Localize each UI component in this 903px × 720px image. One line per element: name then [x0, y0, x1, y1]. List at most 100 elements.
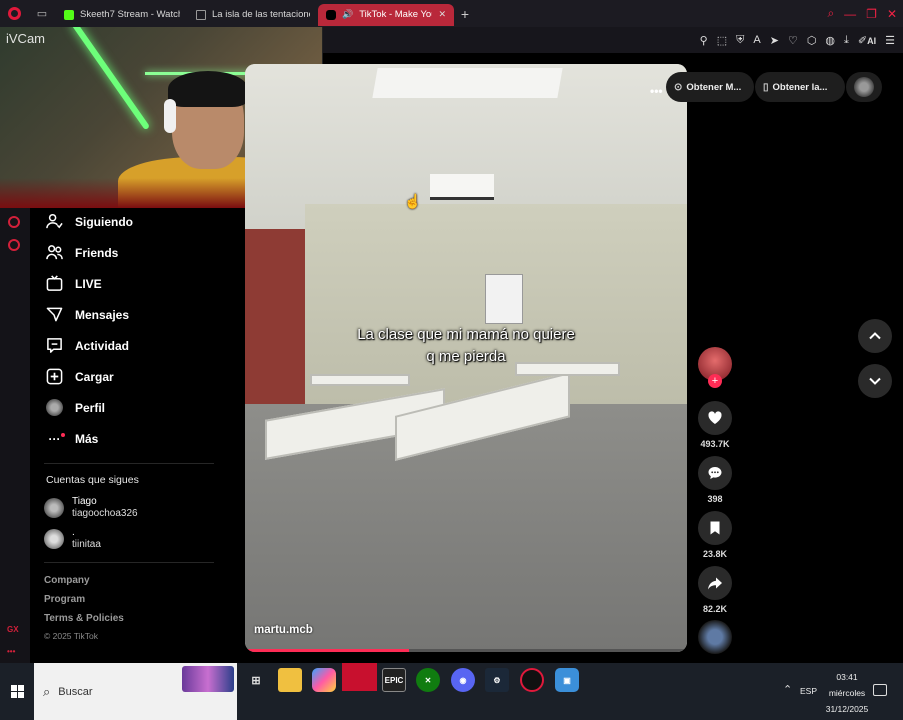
clock[interactable]: 03:41 miércoles 31/12/2025 [819, 669, 875, 717]
nav-following[interactable]: Siguiendo [46, 213, 133, 230]
start-button[interactable] [0, 663, 34, 720]
nav-friends[interactable]: Friends [46, 244, 118, 261]
red-app-icon[interactable] [342, 663, 377, 691]
nav-upload[interactable]: Cargar [46, 368, 114, 385]
get-app-label: Obtener la... [772, 81, 828, 93]
video-player[interactable]: ••• La clase que mi mamá no quiere q me … [245, 64, 687, 652]
task-view-icon[interactable]: ⊞ [244, 668, 268, 692]
sidebar-twitch-icon[interactable] [8, 216, 20, 228]
download-icon[interactable]: ⤓ [844, 34, 849, 47]
next-video-button[interactable] [858, 364, 892, 398]
xbox-icon[interactable]: ✕ [416, 668, 440, 692]
translate-icon[interactable]: A [753, 34, 760, 46]
music-disc-icon[interactable] [698, 620, 732, 654]
like-count: 493.7K [700, 439, 730, 449]
get-app-button[interactable]: ⊙ Obtener M... [666, 72, 754, 102]
share-button[interactable] [698, 566, 732, 600]
pin-icon[interactable]: ⚲ [700, 34, 708, 47]
language-indicator[interactable]: ESP [800, 686, 817, 696]
opera-gx-icon[interactable] [520, 668, 544, 692]
video-desk [310, 374, 410, 386]
previous-video-button[interactable] [858, 319, 892, 353]
footer-program-link[interactable]: Program [44, 594, 85, 605]
snapshot-icon[interactable]: ⬚ [717, 34, 727, 47]
close-icon[interactable]: ✕ [438, 9, 446, 20]
speaker-icon[interactable]: 🔊 [342, 9, 353, 20]
copilot-icon[interactable] [312, 668, 336, 692]
search-highlight-image [182, 666, 234, 692]
nav-profile[interactable]: Perfil [46, 399, 105, 416]
activity-icon [46, 337, 63, 354]
video-author[interactable]: martu.mcb [254, 624, 313, 636]
file-explorer-icon[interactable] [278, 668, 302, 692]
extensions-icon[interactable]: ⬡ [807, 34, 817, 47]
footer-company-link[interactable]: Company [44, 575, 90, 586]
ivcam-icon[interactable]: ▣ [555, 668, 579, 692]
tab-kick-stream[interactable]: Skeeth7 Stream - Watch Live [56, 4, 188, 26]
footer-terms-link[interactable]: Terms & Policies [44, 613, 124, 624]
discord-icon[interactable]: ◉ [451, 668, 475, 692]
like-button[interactable] [698, 401, 732, 435]
notifications-icon[interactable] [873, 684, 887, 696]
nav-messages[interactable]: Mensajes [46, 306, 129, 323]
taskbar-search[interactable]: ⌕ Buscar [34, 663, 237, 720]
tiktok-icon [326, 9, 336, 20]
account-handle: tiagoochoa326 [72, 508, 138, 519]
get-mobile-app-button[interactable]: ▯ Obtener la... [755, 72, 845, 102]
nav-label: Más [75, 431, 99, 446]
search-placeholder: Buscar [58, 685, 93, 698]
sidebar-more-icon[interactable]: ••• [7, 647, 15, 656]
more-options-icon[interactable]: ••• [650, 84, 663, 98]
get-app-label: Obtener M... [686, 81, 742, 93]
profile-avatar [46, 399, 63, 416]
heart-icon[interactable]: ♡ [788, 34, 798, 47]
sidebar-settings-icon[interactable] [8, 239, 20, 251]
account-avatar-button[interactable] [846, 72, 882, 102]
nav-live[interactable]: LIVE [46, 275, 102, 292]
send-icon[interactable]: ➤ [770, 34, 779, 47]
toolbar-icons: ⚲ ⬚ ⛨ A ➤ ♡ ⬡ ◍ ⤓ ✐AI ☰ [700, 27, 895, 53]
following-account[interactable]: . tiinitaa [44, 527, 101, 551]
tab-isla[interactable]: La isla de las tentaciones 9 [188, 4, 318, 26]
tab-switcher-icon[interactable]: ▭ [28, 0, 56, 27]
close-window-icon[interactable]: ✕ [887, 7, 897, 21]
following-account[interactable]: Tiago tiagoochoa326 [44, 496, 138, 520]
window-controls: ⌕ — ❐ ✕ [827, 0, 897, 27]
opera-menu-icon[interactable] [0, 0, 28, 27]
account-name: Tiago [72, 496, 97, 507]
windows-taskbar: ⌕ Buscar ⊞ EPIC ✕ ◉ ⚙ ▣ ⌃ ESP 03:41 miér… [0, 663, 903, 720]
nav-label: Cargar [75, 369, 114, 384]
aria-icon[interactable]: ✐AI [858, 34, 876, 47]
save-button[interactable] [698, 511, 732, 545]
steam-icon[interactable]: ⚙ [485, 668, 509, 692]
mouse-cursor: ☝ [404, 193, 422, 209]
share-icon [708, 577, 722, 590]
avatar [44, 498, 64, 518]
headphones [164, 99, 176, 133]
follow-plus-icon[interactable]: + [708, 374, 722, 388]
shield-icon[interactable]: ⛨ [736, 34, 744, 47]
heart-icon [708, 411, 722, 424]
new-tab-button[interactable]: + [454, 6, 476, 22]
minimize-icon[interactable]: — [844, 7, 856, 21]
chevron-up-icon[interactable]: ⌃ [783, 683, 792, 696]
avatar-icon[interactable]: ◍ [825, 34, 835, 47]
comment-button[interactable] [698, 456, 732, 490]
restore-icon[interactable]: ❐ [866, 7, 877, 21]
avatar [44, 529, 64, 549]
menu-icon[interactable]: ☰ [885, 34, 895, 47]
nav-activity[interactable]: Actividad [46, 337, 129, 354]
avatar [854, 77, 874, 97]
nav-label: Perfil [75, 400, 106, 415]
nav-more[interactable]: ··· Más [46, 430, 99, 447]
gx-label: GX [7, 625, 19, 634]
video-progress-bar[interactable] [245, 649, 687, 652]
search-icon[interactable]: ⌕ [827, 6, 834, 21]
video-poster [485, 274, 523, 324]
video-caption: La clase que mi mamá no quiere q me pier… [245, 324, 687, 368]
tab-tiktok-active[interactable]: 🔊 TikTok - Make Your Day ✕ [318, 3, 454, 26]
person-hair [168, 71, 248, 107]
divider [44, 463, 214, 464]
epic-games-icon[interactable]: EPIC [382, 668, 406, 692]
friends-icon [46, 244, 63, 261]
